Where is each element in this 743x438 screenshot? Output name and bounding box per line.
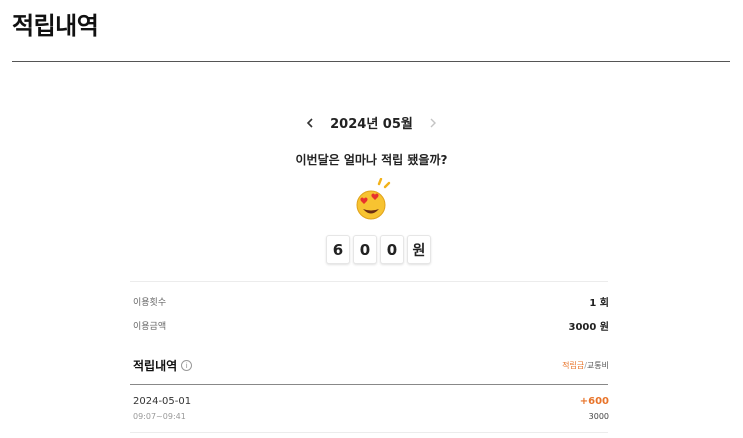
record-date: 2024-05-01 — [133, 396, 192, 407]
info-icon[interactable]: i — [181, 360, 193, 371]
record-divider — [130, 432, 608, 433]
counter-unit: 원 — [407, 235, 431, 264]
summary-divider — [130, 281, 608, 282]
monthly-headline: 이번달은 얼마나 적립 됐을까? — [295, 153, 448, 167]
tab-points[interactable]: 적립금 — [562, 361, 584, 370]
usage-count-label: 이용횟수 — [133, 298, 167, 308]
history-divider — [130, 384, 608, 385]
counter-digit: 0 — [380, 235, 404, 264]
record-time: 09:07~09:41 — [133, 412, 186, 421]
page-title: 적립내역 — [12, 12, 99, 40]
history-title: 적립내역 i — [133, 357, 193, 374]
point-total-counter: 6 0 0 원 — [326, 235, 431, 264]
usage-amount-value: 3000 원 — [568, 322, 609, 333]
title-divider — [12, 61, 730, 62]
list-item[interactable]: 2024-05-01 +600 09:07~09:41 3000 — [133, 396, 609, 421]
counter-digit: 0 — [353, 235, 377, 264]
history-title-label: 적립내역 — [133, 359, 178, 373]
usage-count-row: 이용횟수 1 회 — [133, 294, 609, 309]
chevron-left-icon[interactable] — [300, 117, 320, 132]
current-month-label: 2024년 05월 — [330, 117, 413, 132]
usage-count-value: 1 회 — [589, 298, 609, 309]
record-points: +600 — [579, 396, 609, 407]
usage-amount-row: 이용금액 3000 원 — [133, 318, 609, 333]
heart-eyes-emoji-icon — [352, 177, 394, 222]
tab-fare[interactable]: 교통비 — [587, 361, 609, 370]
record-fare: 3000 — [588, 412, 609, 421]
month-navigator: 2024년 05월 — [0, 113, 743, 132]
history-header: 적립내역 i 적립금/교통비 — [133, 357, 609, 374]
counter-digit: 6 — [326, 235, 350, 264]
history-tabs: 적립금/교통비 — [562, 360, 609, 371]
usage-amount-label: 이용금액 — [133, 322, 167, 332]
chevron-right-icon[interactable] — [423, 117, 443, 132]
